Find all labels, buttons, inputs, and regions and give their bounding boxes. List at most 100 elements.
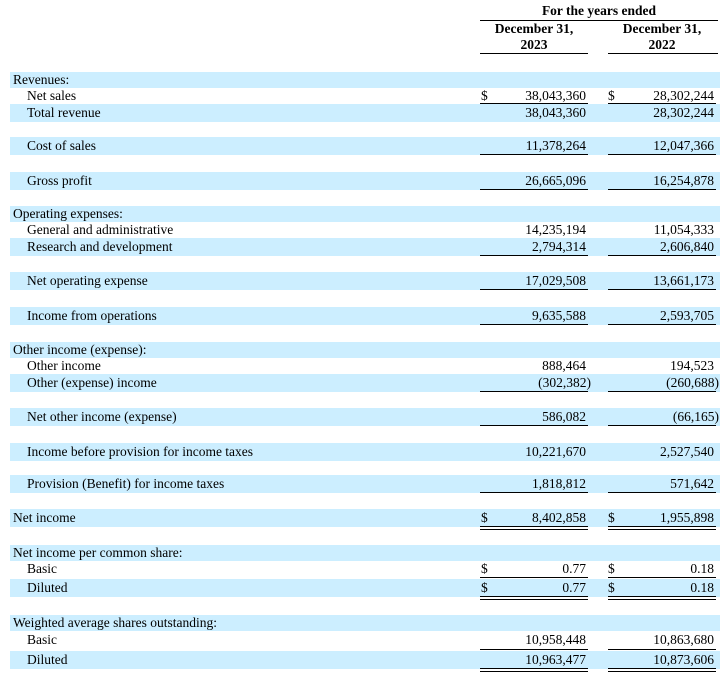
label-eps-basic: Basic	[27, 561, 57, 576]
column-header-2022-year: 2022	[648, 37, 676, 52]
value-shares-diluted-2022: 10,873,606	[653, 652, 714, 667]
double-rule-net-income-2022	[608, 526, 716, 530]
label-revenues: Revenues:	[13, 72, 70, 87]
column-header-2023-year: 2023	[520, 37, 548, 52]
value-gross-profit-2023: 26,665,096	[525, 173, 586, 188]
header-underline-2023	[480, 53, 588, 54]
value-general-admin-2022: 11,054,333	[653, 222, 714, 237]
value-gross-profit-2022: 16,254,878	[653, 173, 714, 188]
double-rule-shares-diluted-2022	[608, 668, 716, 672]
rule-shares-basic-2023	[480, 649, 588, 650]
rule-eps-basic-2023	[480, 577, 588, 578]
label-net-sales: Net sales	[27, 88, 77, 103]
double-rule-shares-diluted-2023	[480, 668, 588, 672]
double-rule-eps-diluted-2022	[608, 596, 716, 600]
rule-net-other-income-2023	[480, 425, 588, 426]
rule-research-dev-2022	[608, 255, 716, 256]
currency-net-sales-2022: $	[608, 88, 615, 103]
value-income-from-operations-2023: 9,635,588	[532, 308, 586, 323]
label-shares-header: Weighted average shares outstanding:	[13, 615, 217, 630]
label-research-dev: Research and development	[27, 239, 173, 254]
label-general-admin: General and administrative	[27, 222, 174, 237]
label-net-operating-expense: Net operating expense	[27, 273, 148, 288]
rule-net-sales-2023	[480, 103, 588, 104]
rule-gross-profit-2022	[608, 189, 716, 190]
rule-income-from-operations-2022	[608, 324, 716, 325]
label-operating-expenses: Operating expenses:	[13, 206, 123, 221]
currency-eps-basic-2023: $	[481, 561, 488, 576]
rule-research-dev-2023	[480, 255, 588, 256]
label-gross-profit: Gross profit	[27, 173, 92, 188]
rule-net-sales-2022	[608, 103, 716, 104]
band-cost-of-sales	[10, 137, 720, 155]
value-other-expense-income-2022: (260,688)	[666, 375, 719, 390]
value-net-income-2022: 1,955,898	[660, 510, 714, 525]
value-net-sales-2022: 28,302,244	[653, 88, 714, 103]
value-eps-diluted-2022: 0.18	[690, 580, 714, 595]
label-shares-basic: Basic	[27, 632, 57, 647]
value-total-revenue-2022: 28,302,244	[653, 105, 714, 120]
rule-net-operating-expense-2023	[480, 289, 588, 290]
value-income-from-operations-2022: 2,593,705	[660, 308, 714, 323]
label-total-revenue: Total revenue	[27, 105, 101, 120]
rule-net-other-income-2022	[608, 425, 716, 426]
label-net-income: Net income	[13, 510, 76, 525]
label-income-from-operations: Income from operations	[27, 308, 157, 323]
rule-income-from-operations-2023	[480, 324, 588, 325]
value-provision-tax-2022: 571,642	[670, 476, 714, 491]
value-research-dev-2023: 2,794,314	[532, 239, 586, 254]
band-shares-diluted	[10, 651, 720, 669]
label-eps-header: Net income per common share:	[13, 545, 183, 560]
value-income-before-tax-2023: 10,221,670	[525, 444, 586, 459]
column-header-2023-date: December 31,	[494, 21, 574, 36]
value-total-revenue-2023: 38,043,360	[525, 105, 586, 120]
value-cost-of-sales-2023: 11,378,264	[525, 138, 586, 153]
value-cost-of-sales-2022: 12,047,366	[653, 138, 714, 153]
value-income-before-tax-2022: 2,527,540	[660, 444, 714, 459]
band-total-revenue	[10, 104, 720, 122]
value-shares-basic-2023: 10,958,448	[525, 632, 586, 647]
label-eps-diluted: Diluted	[27, 580, 68, 595]
label-provision-tax: Provision (Benefit) for income taxes	[27, 476, 225, 491]
value-net-sales-2023: 38,043,360	[525, 88, 586, 103]
label-other-income-expense: Other income (expense):	[13, 342, 147, 357]
value-net-other-income-2022: (66,165)	[672, 409, 719, 424]
value-shares-diluted-2023: 10,963,477	[525, 652, 586, 667]
value-other-income-2022: 194,523	[670, 358, 714, 373]
currency-net-income-2023: $	[481, 510, 488, 525]
rule-provision-tax-2022	[608, 492, 716, 493]
double-rule-eps-diluted-2023	[480, 596, 588, 600]
value-net-income-2023: 8,402,858	[532, 510, 586, 525]
value-shares-basic-2022: 10,863,680	[653, 632, 714, 647]
value-research-dev-2022: 2,606,840	[660, 239, 714, 254]
value-eps-diluted-2023: 0.77	[562, 580, 586, 595]
period-header: For the years ended	[480, 2, 718, 21]
rule-cost-of-sales-2023	[480, 154, 588, 155]
column-header-2022: December 31, 2022	[606, 21, 718, 53]
band-revenues	[10, 72, 720, 88]
value-net-other-income-2023: 586,082	[542, 409, 586, 424]
rule-shares-basic-2022	[608, 649, 716, 650]
value-provision-tax-2023: 1,818,812	[532, 476, 586, 491]
rule-gross-profit-2023	[480, 189, 588, 190]
value-eps-basic-2023: 0.77	[562, 561, 586, 576]
rule-provision-tax-2023	[480, 492, 588, 493]
label-shares-diluted: Diluted	[27, 652, 68, 667]
band-gross-profit	[10, 172, 720, 190]
label-net-other-income: Net other income (expense)	[27, 409, 177, 424]
currency-eps-basic-2022: $	[608, 561, 615, 576]
currency-net-income-2022: $	[608, 510, 615, 525]
rule-other-expense-income-2022	[608, 391, 716, 392]
column-header-2023: December 31, 2023	[478, 21, 590, 53]
value-net-operating-expense-2022: 13,661,173	[653, 273, 714, 288]
rule-other-expense-income-2023	[480, 391, 588, 392]
label-income-before-tax: Income before provision for income taxes	[27, 444, 254, 459]
double-rule-net-income-2023	[480, 526, 588, 530]
value-eps-basic-2022: 0.18	[690, 561, 714, 576]
label-other-expense-income: Other (expense) income	[27, 375, 157, 390]
value-general-admin-2023: 14,235,194	[525, 222, 586, 237]
column-header-2022-date: December 31,	[622, 21, 702, 36]
currency-eps-diluted-2022: $	[608, 580, 615, 595]
value-other-income-2023: 888,464	[542, 358, 586, 373]
label-other-income: Other income	[27, 358, 101, 373]
